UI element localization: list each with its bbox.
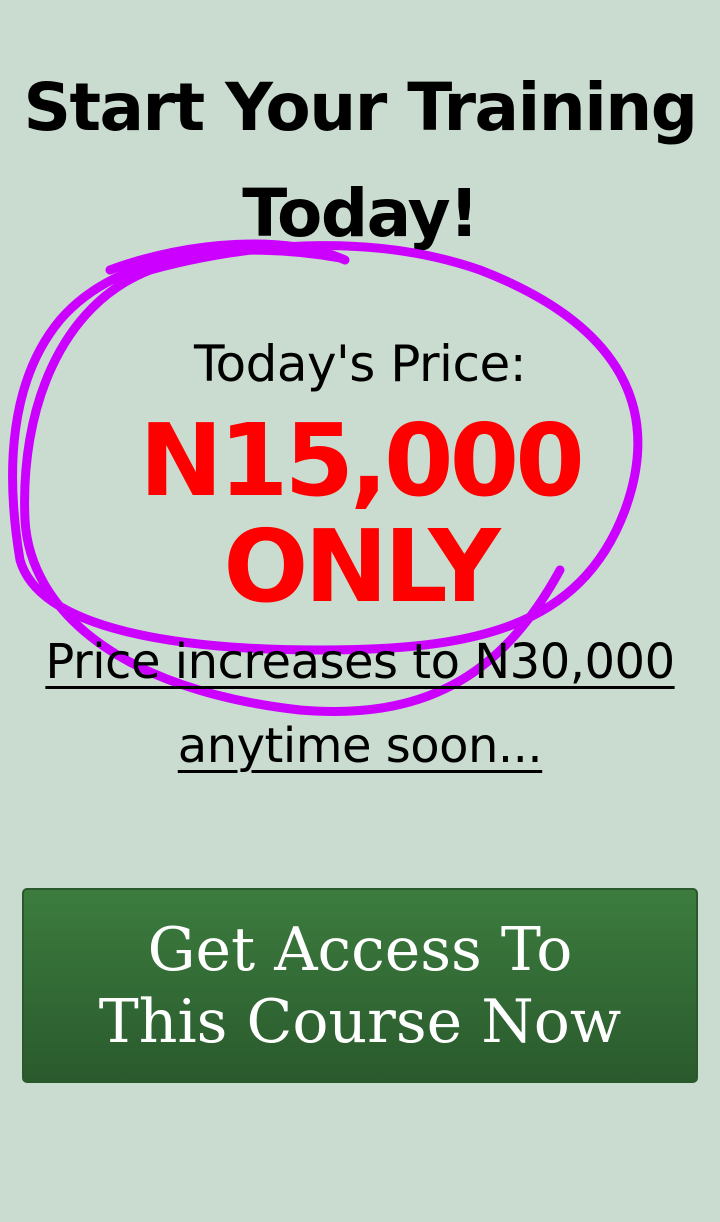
price-amount-suffix: ONLY [223,508,500,625]
price-amount-value: N15,000 [139,402,585,519]
price-label: Today's Price: [193,335,527,393]
price-increase-link[interactable]: Price increases to N30,000 anytime soon.… [30,620,690,788]
get-access-button[interactable]: Get Access To This Course Now [22,888,698,1083]
headline: Start Your Training Today! [23,69,698,252]
price-amount: N15,000 ONLY [0,408,720,620]
sales-page: Start Your Training Today! Today's Price… [0,0,720,1222]
get-access-button-label: Get Access To This Course Now [98,914,622,1057]
